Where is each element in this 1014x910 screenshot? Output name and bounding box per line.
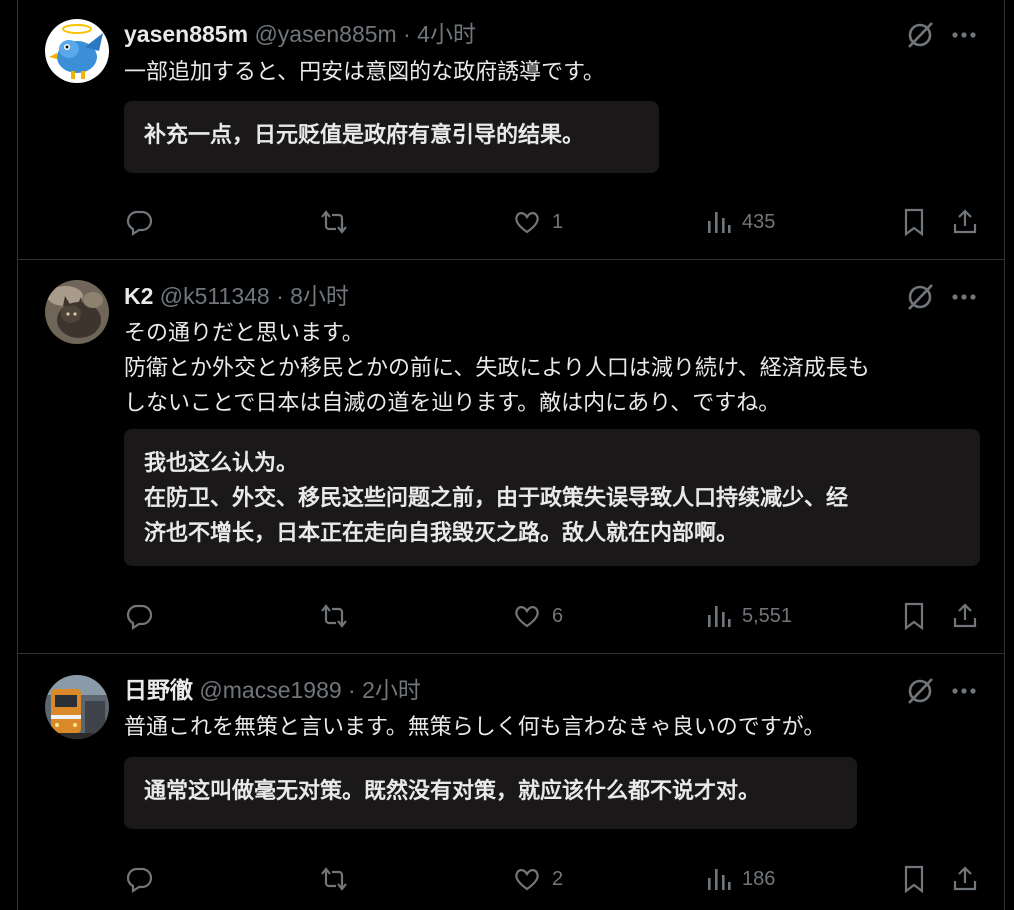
post[interactable]: K2 @k511348 · 8小时 その通りだと思います。 防衛とか外交とか移民… bbox=[18, 260, 1004, 654]
handle[interactable]: @k511348 bbox=[160, 283, 270, 309]
repost-icon bbox=[321, 210, 347, 234]
repost-icon bbox=[321, 604, 347, 628]
share-button[interactable] bbox=[950, 600, 980, 632]
view-count: 435 bbox=[742, 210, 776, 233]
share-button[interactable] bbox=[950, 863, 980, 895]
repost-button[interactable] bbox=[318, 600, 350, 632]
share-icon bbox=[953, 603, 977, 628]
reply-icon bbox=[126, 604, 153, 631]
more-options-icon[interactable] bbox=[950, 677, 978, 705]
view-count: 186 bbox=[742, 867, 776, 890]
separator: · bbox=[348, 677, 356, 703]
bird-avatar-icon bbox=[45, 19, 109, 83]
views-icon bbox=[708, 869, 731, 890]
bookmark-button[interactable] bbox=[901, 863, 927, 895]
separator: · bbox=[276, 283, 284, 309]
more-options-icon[interactable] bbox=[950, 21, 978, 49]
action-bar: 1 435 bbox=[124, 206, 984, 238]
display-name[interactable]: 日野徹 bbox=[124, 677, 193, 703]
repost-button[interactable] bbox=[318, 863, 350, 895]
grok-icon[interactable] bbox=[905, 676, 935, 706]
like-button[interactable]: 6 bbox=[512, 600, 563, 632]
post-text: その通りだと思います。 防衛とか外交とか移民とかの前に、失政により人口は減り続け… bbox=[124, 320, 870, 415]
translation-box: 通常这叫做毫无对策。既然没有对策，就应该什么都不说才对。 bbox=[124, 757, 857, 829]
heart-icon bbox=[515, 869, 539, 891]
like-count: 2 bbox=[552, 867, 564, 890]
view-count: 5,551 bbox=[742, 604, 793, 627]
bookmark-button[interactable] bbox=[901, 206, 927, 238]
views-icon bbox=[708, 212, 731, 233]
separator: · bbox=[403, 21, 411, 47]
action-bar: 6 5,551 bbox=[124, 600, 984, 632]
grok-icon[interactable] bbox=[905, 20, 935, 50]
reply-button[interactable] bbox=[124, 600, 154, 632]
more-options-icon[interactable] bbox=[950, 283, 978, 311]
timestamp[interactable]: 4小时 bbox=[417, 21, 476, 47]
reply-button[interactable] bbox=[124, 206, 154, 238]
like-count: 6 bbox=[552, 604, 564, 627]
heart-icon bbox=[515, 212, 539, 234]
post[interactable]: yasen885m @yasen885m · 4小时 一部追加すると、円安は意図… bbox=[18, 0, 1004, 260]
bookmark-icon bbox=[904, 208, 924, 237]
bookmark-icon bbox=[904, 602, 924, 631]
handle[interactable]: @macse1989 bbox=[199, 677, 341, 703]
bookmark-button[interactable] bbox=[901, 600, 927, 632]
bookmark-icon bbox=[904, 865, 924, 894]
like-count: 1 bbox=[552, 210, 564, 233]
post-text: 普通これを無策と言います。無策らしく何も言わなきゃ良いのですが。 bbox=[124, 714, 826, 739]
cat-avatar-icon bbox=[45, 280, 109, 344]
share-icon bbox=[953, 209, 977, 234]
post-header: K2 @k511348 · 8小时 bbox=[124, 282, 349, 310]
avatar[interactable] bbox=[45, 19, 109, 83]
share-button[interactable] bbox=[950, 206, 980, 238]
post-header: yasen885m @yasen885m · 4小时 bbox=[124, 20, 476, 48]
post[interactable]: 日野徹 @macse1989 · 2小时 普通これを無策と言います。無策らしく何… bbox=[18, 654, 1004, 910]
reply-button[interactable] bbox=[124, 863, 154, 895]
action-bar: 2 186 bbox=[124, 863, 984, 895]
avatar[interactable] bbox=[45, 675, 109, 739]
views-icon bbox=[708, 606, 731, 627]
like-button[interactable]: 1 bbox=[512, 206, 563, 238]
views-button[interactable]: 186 bbox=[706, 863, 775, 895]
heart-icon bbox=[515, 606, 539, 628]
display-name[interactable]: yasen885m bbox=[124, 21, 248, 47]
train-avatar-icon bbox=[45, 675, 109, 739]
reply-icon bbox=[126, 210, 153, 237]
post-text: 一部追加すると、円安は意図的な政府誘導です。 bbox=[124, 59, 605, 84]
like-button[interactable]: 2 bbox=[512, 863, 563, 895]
repost-icon bbox=[321, 867, 347, 891]
share-icon bbox=[953, 866, 977, 891]
display-name[interactable]: K2 bbox=[124, 283, 153, 309]
repost-button[interactable] bbox=[318, 206, 350, 238]
views-button[interactable]: 435 bbox=[706, 206, 775, 238]
reply-icon bbox=[126, 867, 153, 894]
translation-box: 补充一点，日元贬值是政府有意引导的结果。 bbox=[124, 101, 659, 173]
timeline: yasen885m @yasen885m · 4小时 一部追加すると、円安は意図… bbox=[17, 0, 1005, 910]
translation-box: 我也这么认为。 在防卫、外交、移民这些问题之前，由于政策失误导致人口持续减少、经… bbox=[124, 429, 980, 566]
handle[interactable]: @yasen885m bbox=[254, 21, 396, 47]
views-button[interactable]: 5,551 bbox=[706, 600, 792, 632]
post-header: 日野徹 @macse1989 · 2小时 bbox=[124, 676, 421, 704]
avatar[interactable] bbox=[45, 280, 109, 344]
grok-icon[interactable] bbox=[905, 282, 935, 312]
timestamp[interactable]: 8小时 bbox=[290, 283, 349, 309]
timestamp[interactable]: 2小时 bbox=[362, 677, 421, 703]
